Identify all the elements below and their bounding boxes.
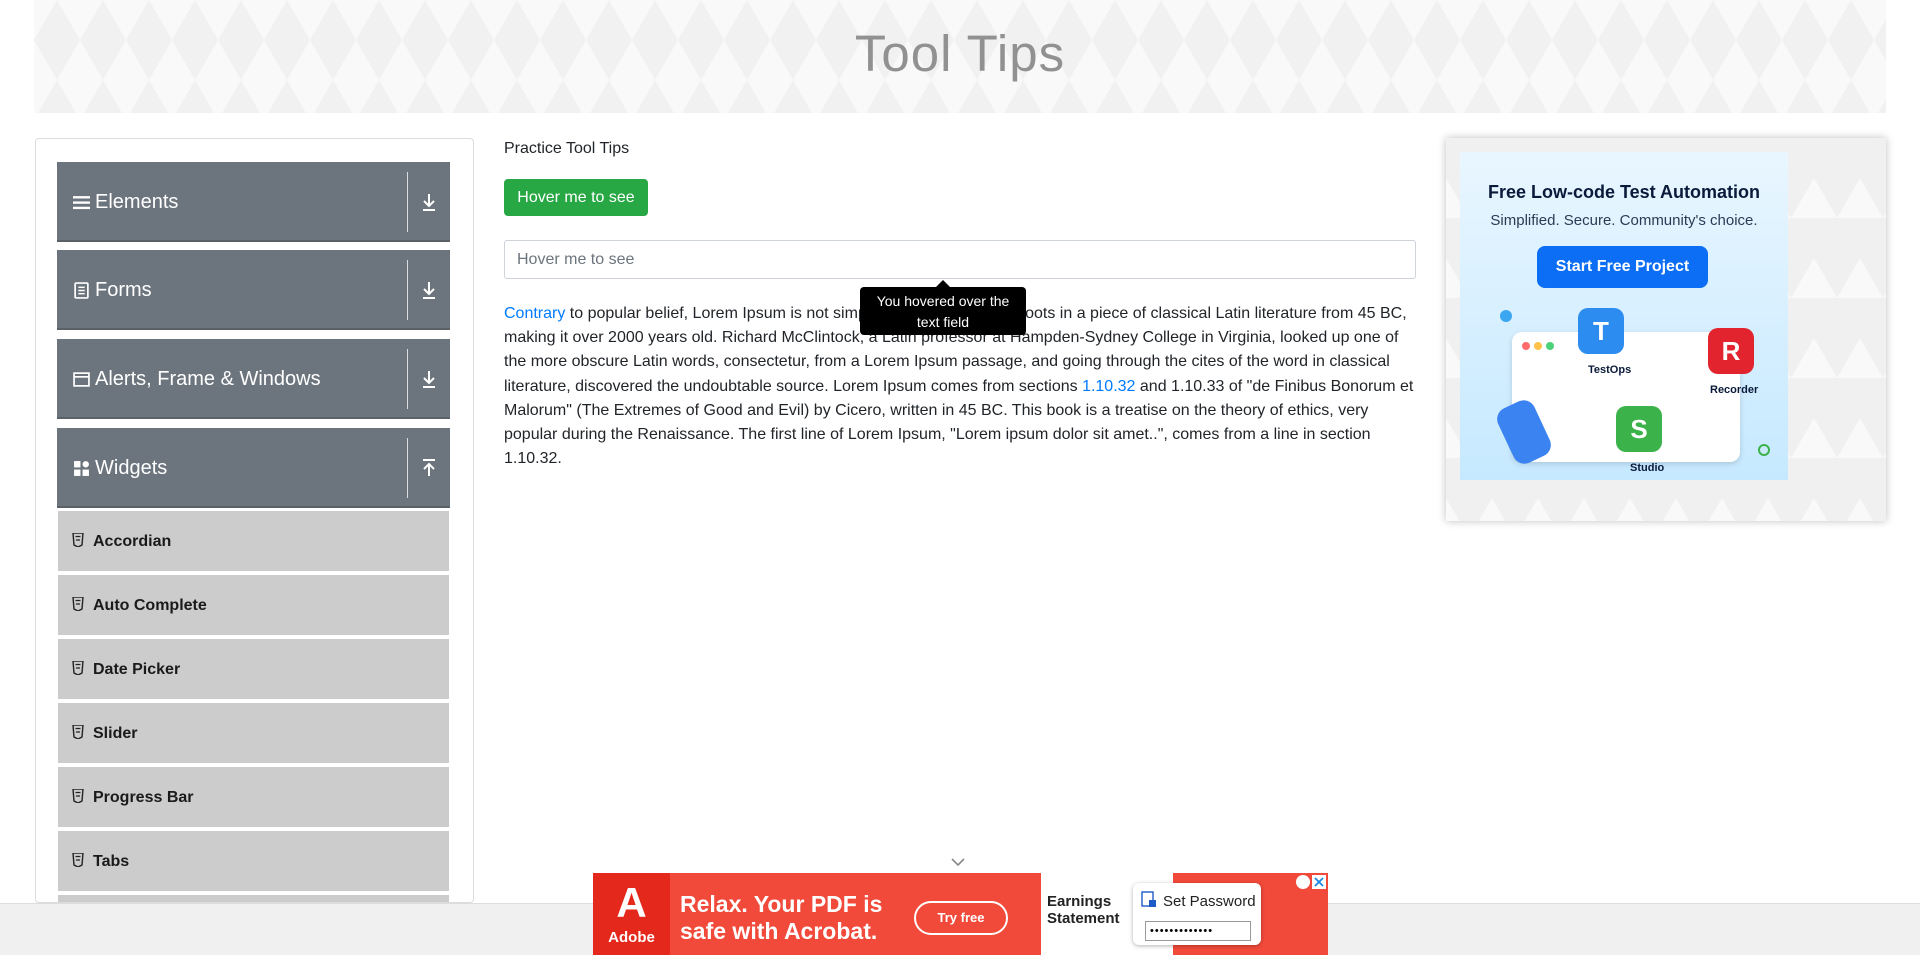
sidebar-item-accordian[interactable]: Accordian — [58, 511, 449, 573]
sidebar-group-elements[interactable]: Elements — [57, 162, 450, 242]
doc-title-line: Earnings — [1047, 893, 1112, 910]
recorder-logo-icon: R — [1708, 328, 1754, 374]
dot — [1758, 444, 1770, 456]
headline-line: Relax. Your PDF is — [680, 891, 883, 917]
sidebar-item-label: Progress Bar — [93, 789, 194, 806]
side-ad-banner[interactable]: Free Low-code Test Automation Simplified… — [1460, 152, 1788, 480]
page-header: Tool Tips — [34, 0, 1886, 113]
product-label: Studio — [1630, 462, 1665, 474]
try-free-button[interactable]: Try free — [914, 901, 1008, 935]
sidebar-item-tabs[interactable]: Tabs — [58, 831, 449, 893]
sidebar-item-auto-complete[interactable]: Auto Complete — [58, 575, 449, 637]
divider — [407, 349, 408, 409]
studio-logo-icon: S — [1616, 406, 1662, 452]
dot — [1500, 310, 1512, 322]
practice-title: Practice Tool Tips — [504, 140, 630, 157]
html5-icon — [72, 725, 84, 739]
html5-icon — [72, 597, 84, 611]
window-icon — [73, 372, 90, 387]
set-password-card: Set Password ••••••••••••• — [1133, 883, 1261, 945]
hover-me-button[interactable]: Hover me to see — [504, 179, 648, 216]
close-icon[interactable] — [1312, 875, 1326, 889]
dot — [1546, 342, 1554, 350]
brand-name: Adobe — [608, 929, 655, 946]
chevron-down-icon[interactable] — [950, 857, 966, 867]
html5-icon — [72, 853, 84, 867]
download-arrow-icon — [423, 371, 435, 388]
sidebar-item-label: Date Picker — [93, 661, 181, 678]
html5-icon — [72, 789, 84, 803]
headline-line: safe with Acrobat. — [680, 918, 878, 944]
ad-subtitle: Simplified. Secure. Community's choice. — [1490, 212, 1758, 229]
doc-title-line: Statement — [1047, 910, 1120, 927]
tooltip: You hovered over the text field — [860, 280, 1026, 335]
hover-text-field[interactable] — [504, 240, 1416, 279]
upload-arrow-icon — [423, 459, 435, 476]
sidebar-group-label: Widgets — [95, 457, 168, 479]
sidebar-group-label: Elements — [95, 191, 179, 213]
ad-title: Free Low-code Test Automation — [1487, 182, 1760, 202]
product-label: TestOps — [1588, 364, 1632, 376]
dot — [1534, 342, 1542, 350]
adobe-logo: A Adobe — [593, 873, 670, 955]
sidebar-item-slider[interactable]: Slider — [58, 703, 449, 765]
divider — [407, 172, 408, 232]
testops-logo-icon: T — [1578, 308, 1624, 354]
download-arrow-icon — [423, 282, 435, 299]
grid-icon — [74, 461, 89, 476]
sidebar-group-widgets[interactable]: Widgets — [57, 428, 450, 508]
contrary-link[interactable]: Contrary — [504, 305, 565, 322]
list-icon — [73, 196, 90, 210]
sidebar-item-label: Accordian — [93, 533, 172, 550]
html5-icon — [72, 533, 84, 547]
download-arrow-icon — [423, 194, 435, 211]
sidebar-group-alerts[interactable]: Alerts, Frame & Windows — [57, 339, 450, 419]
bottom-ad-banner[interactable]: A Adobe Relax. Your PDF is safe with Acr… — [593, 873, 1328, 955]
sidebar-group-forms[interactable]: Forms — [57, 250, 450, 330]
sidebar-item-date-picker[interactable]: Date Picker — [58, 639, 449, 701]
doc-title: Earnings Statement — [1047, 893, 1120, 927]
left-sidebar: Elements Forms Alerts, Frame & Windows W… — [35, 138, 474, 903]
form-icon — [74, 282, 89, 299]
sidebar-item-progress-bar[interactable]: Progress Bar — [58, 767, 449, 829]
sidebar-item-label: Auto Complete — [93, 597, 207, 614]
document-lock-icon — [1141, 891, 1156, 907]
ad-headline: Relax. Your PDF is safe with Acrobat. — [680, 891, 882, 945]
sidebar-group-label: Alerts, Frame & Windows — [95, 368, 321, 390]
sidebar-item-label: Slider — [93, 725, 138, 742]
divider — [407, 438, 408, 498]
side-ad: Free Low-code Test Automation Simplified… — [1446, 138, 1886, 521]
sidebar-item-next[interactable] — [58, 895, 449, 902]
sidebar-group-label: Forms — [95, 279, 152, 301]
tooltip-arrow — [936, 280, 950, 287]
adobe-a-icon: A — [616, 879, 647, 926]
set-password-label: Set Password — [1163, 893, 1256, 910]
start-free-project-button[interactable]: Start Free Project — [1537, 246, 1708, 288]
divider — [407, 260, 408, 320]
sidebar-item-label: Tabs — [93, 853, 130, 870]
password-field: ••••••••••••• — [1145, 921, 1251, 941]
html5-icon — [72, 661, 84, 675]
dot — [1522, 342, 1530, 350]
product-label: Recorder — [1710, 384, 1759, 396]
tooltip-text: You hovered over the text field — [876, 293, 1010, 330]
section-link[interactable]: 1.10.32 — [1082, 378, 1135, 395]
ad-info-icon[interactable] — [1296, 875, 1310, 889]
page-title: Tool Tips — [854, 25, 1066, 82]
